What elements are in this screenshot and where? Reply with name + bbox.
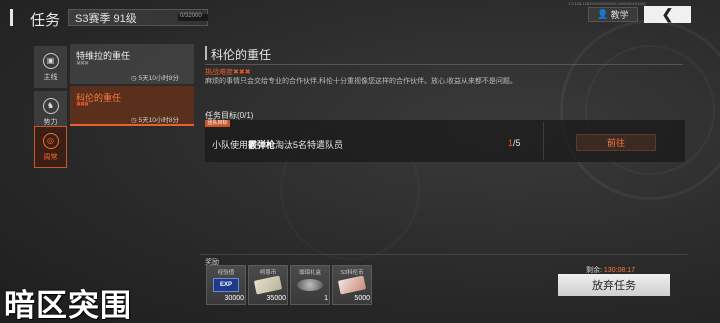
task-description: 麻烦的事情只会交给专业的合作伙伴,科伦十分重视像您这样的合作伙伴。放心,收益从来…	[205, 78, 517, 85]
exp-card-icon: EXP	[213, 278, 239, 292]
xp-progress-text: 0/32000	[180, 13, 202, 19]
divider	[205, 64, 683, 65]
header-accent-bar	[10, 9, 13, 26]
person-icon: 👤	[597, 9, 609, 19]
reward-name: S3科伦币	[340, 270, 364, 276]
objective-text: 小队使用霰弹枪淘汰5名特遣队员	[212, 140, 344, 150]
gift-box-icon	[297, 279, 323, 291]
category-label: 势力	[43, 118, 58, 126]
team-objective-tag: 团队目标	[205, 120, 230, 127]
abandon-task-button[interactable]: 放弃任务	[558, 274, 670, 296]
task-time: ◷ 5天10小时8分	[131, 117, 179, 124]
page-title: 任务	[30, 12, 61, 29]
reward-value: 30000	[224, 295, 244, 302]
category-label: 周常	[43, 153, 58, 161]
reward-name: 珈珥礼盒	[298, 270, 321, 276]
back-button[interactable]: ❮	[644, 6, 691, 23]
category-weekly[interactable]: ◎ 周常	[34, 126, 67, 168]
tutorial-button[interactable]: 👤 教学	[588, 7, 638, 22]
objective-progress: 1/5	[508, 138, 521, 148]
reward-name: 经验值	[217, 270, 235, 276]
tutorial-label: 教学	[610, 10, 629, 20]
detail-title: 科伦的重任	[211, 48, 272, 62]
game-logo: 暗区突围	[4, 288, 132, 323]
category-label: 主线	[43, 73, 58, 81]
reward-value: 1	[324, 295, 328, 302]
weekly-icon: ◎	[42, 132, 59, 149]
divider	[543, 122, 544, 160]
chevron-left-icon: ❮	[661, 6, 674, 22]
season-level-label: S3赛季 91级	[75, 13, 137, 25]
reward-name: 柯恩币	[259, 270, 277, 276]
divider	[200, 254, 688, 255]
build-info-text: 1.0.128.128370/1002/2300:13501001E4411	[568, 1, 647, 6]
faction-icon: ♞	[42, 97, 59, 114]
detail-accent-bar	[205, 46, 207, 60]
category-main[interactable]: ▣ 主线	[34, 46, 67, 88]
reward-value: 5000	[354, 295, 370, 302]
task-difficulty-stars: ✖✖✖	[76, 61, 89, 67]
task-time: ◷ 5天10小时8分	[131, 75, 179, 82]
main-quest-icon: ▣	[42, 52, 59, 69]
reward-value: 35000	[266, 295, 286, 302]
task-difficulty-stars: ✖✖✖	[76, 102, 89, 108]
goto-button[interactable]: 前往	[576, 134, 656, 151]
